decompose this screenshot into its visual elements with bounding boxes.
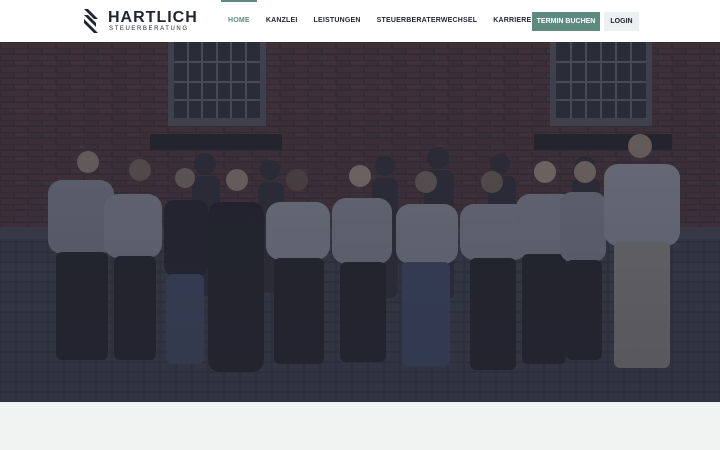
- nav-item-leistungen[interactable]: LEISTUNGEN: [314, 0, 361, 42]
- logo[interactable]: HARTLICH STEUERBERATUNG: [82, 9, 197, 33]
- nav-item-steuerberaterwechsel[interactable]: STEUERBERATERWECHSEL: [377, 0, 478, 42]
- brand-name: HARTLICH: [108, 9, 198, 26]
- team-photo-image: [0, 42, 720, 402]
- login-button[interactable]: LOGIN: [604, 12, 639, 31]
- hero-team-photo: [0, 42, 720, 402]
- main-nav: HOME KANZLEI LEISTUNGEN STEUERBERATERWEC…: [221, 0, 584, 42]
- nav-item-home[interactable]: HOME: [221, 0, 257, 42]
- site-header: HARTLICH STEUERBERATUNG HOME KANZLEI LEI…: [0, 0, 720, 42]
- content-section: [0, 402, 720, 450]
- nav-item-karriere[interactable]: KARRIERE: [493, 0, 531, 42]
- termin-buchen-button[interactable]: TERMIN BUCHEN: [532, 12, 600, 31]
- brand-tagline: STEUERBERATUNG: [109, 26, 189, 32]
- nav-item-kanzlei[interactable]: KANZLEI: [266, 0, 298, 42]
- logo-mark-icon: [84, 9, 98, 33]
